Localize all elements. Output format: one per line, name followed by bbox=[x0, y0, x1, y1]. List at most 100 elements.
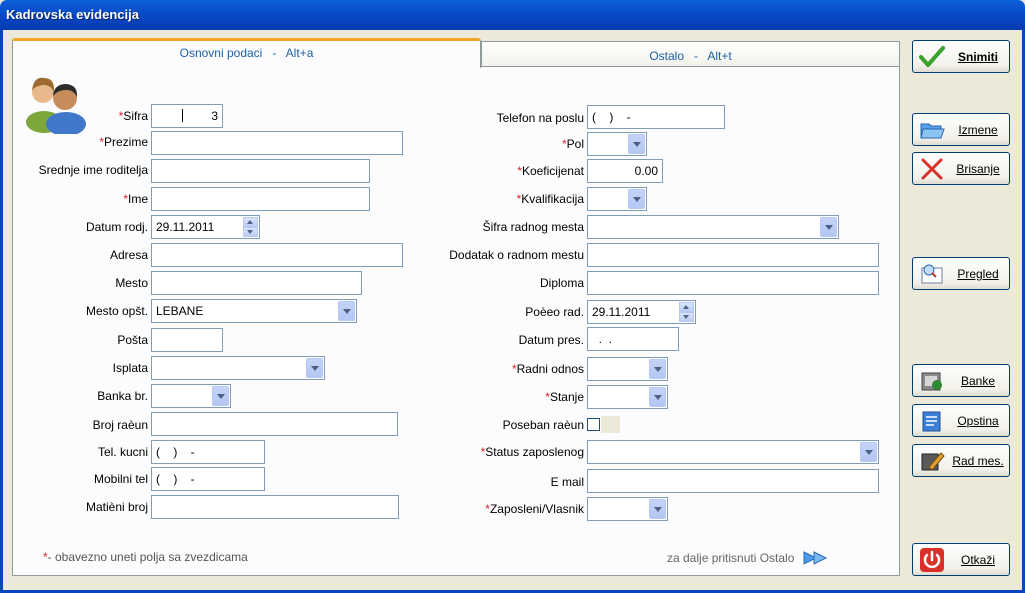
mesto-label: Mesto bbox=[115, 276, 148, 290]
folder-icon bbox=[920, 123, 945, 139]
brisanje-label: Brisanje bbox=[956, 162, 1000, 176]
checkbox-background bbox=[601, 416, 620, 433]
document-list-icon bbox=[922, 411, 941, 432]
sifra-label: *Sifra bbox=[118, 109, 148, 123]
chevron-down-icon[interactable] bbox=[649, 359, 666, 379]
chevron-down-icon[interactable] bbox=[306, 358, 323, 378]
mesto-opst-select[interactable]: LEBANE bbox=[151, 299, 357, 323]
delete-x-icon bbox=[921, 158, 943, 180]
pocetak-label: Poèeo rad. bbox=[525, 305, 584, 319]
pregled-button[interactable]: Pregled bbox=[912, 257, 1010, 290]
tel-kucni-label: Tel. kucni bbox=[97, 445, 148, 459]
mesto-field[interactable] bbox=[151, 271, 362, 295]
opstina-button[interactable]: Opstina bbox=[912, 404, 1010, 437]
users-icon bbox=[26, 77, 86, 134]
banke-label: Banke bbox=[960, 374, 996, 388]
maticni-field[interactable] bbox=[151, 495, 399, 519]
datum-rodj-label: Datum rodj. bbox=[85, 220, 148, 234]
chevron-down-icon[interactable] bbox=[628, 189, 645, 209]
chevron-down-icon[interactable] bbox=[860, 442, 877, 462]
prezime-label: *Prezime bbox=[99, 135, 148, 149]
chevron-down-icon[interactable] bbox=[649, 387, 666, 407]
kvalifikacija-label: *Kvalifikacija bbox=[516, 192, 584, 206]
otkazi-label: Otkaži bbox=[960, 553, 995, 567]
mobilni-field[interactable]: ( ) - bbox=[151, 467, 265, 491]
prezime-field[interactable] bbox=[151, 131, 403, 155]
snimiti-button[interactable]: Snimiti bbox=[912, 40, 1010, 73]
window-title: Kadrovska evidencija bbox=[6, 7, 139, 22]
radni-odnos-select[interactable] bbox=[587, 357, 668, 381]
maticni-label: Matièni broj bbox=[85, 500, 148, 514]
banka-br-select[interactable] bbox=[151, 384, 231, 408]
diploma-field[interactable] bbox=[587, 271, 879, 295]
snimiti-label: Snimiti bbox=[957, 50, 998, 64]
email-field[interactable] bbox=[587, 469, 879, 493]
poseban-label: Poseban raèun bbox=[502, 418, 584, 432]
adresa-label: Adresa bbox=[109, 248, 148, 262]
tab-osnovni-podaci-label: Osnovni podaci - Alt+a bbox=[179, 46, 314, 60]
pregled-label: Pregled bbox=[957, 267, 999, 281]
mobilni-label: Mobilni tel bbox=[93, 472, 148, 486]
zaposleni-select[interactable] bbox=[587, 497, 668, 521]
diploma-label: Diploma bbox=[539, 276, 584, 290]
poseban-checkbox[interactable] bbox=[587, 418, 600, 431]
tab-ostalo-label: Ostalo - Alt+t bbox=[649, 49, 732, 63]
koeficijenat-field[interactable]: 0.00 bbox=[587, 159, 663, 183]
posta-field[interactable] bbox=[151, 328, 223, 352]
dodatak-label: Dodatak o radnom mestu bbox=[449, 248, 584, 262]
srednje-ime-field[interactable] bbox=[151, 159, 370, 183]
status-select[interactable] bbox=[587, 440, 879, 464]
pocetak-spinner[interactable] bbox=[679, 302, 694, 322]
otkazi-button[interactable]: Otkaži bbox=[912, 543, 1010, 576]
isplata-label: Isplata bbox=[112, 361, 148, 375]
dodatak-field[interactable] bbox=[587, 243, 879, 267]
posta-label: Pošta bbox=[117, 333, 148, 347]
tel-kucni-field[interactable]: ( ) - bbox=[151, 440, 265, 464]
datum-pres-field[interactable]: . . bbox=[587, 327, 679, 351]
izmene-button[interactable]: Izmene bbox=[912, 113, 1010, 146]
banka-br-label: Banka br. bbox=[97, 389, 148, 403]
isplata-select[interactable] bbox=[151, 356, 325, 380]
srednje-ime-label: Srednje ime roditelja bbox=[38, 163, 148, 177]
chevron-down-icon[interactable] bbox=[820, 217, 837, 237]
power-icon bbox=[920, 548, 944, 572]
rad-mes-label: Rad mes. bbox=[952, 454, 1004, 468]
rad-mes-button[interactable]: Rad mes. bbox=[912, 444, 1010, 477]
telefon-label: Telefon na poslu bbox=[496, 111, 584, 125]
mesto-opst-label: Mesto opšt. bbox=[85, 304, 148, 318]
broj-racuna-label: Broj raèun bbox=[92, 418, 148, 432]
stanje-select[interactable] bbox=[587, 385, 668, 409]
chevron-down-icon[interactable] bbox=[212, 386, 229, 406]
adresa-field[interactable] bbox=[151, 243, 403, 267]
edit-pencil-icon bbox=[921, 452, 945, 471]
status-label: *Status zaposlenog bbox=[480, 445, 584, 459]
pol-select[interactable] bbox=[587, 132, 647, 156]
brisanje-button[interactable]: Brisanje bbox=[912, 152, 1010, 185]
koeficijenat-label: *Koeficijenat bbox=[517, 164, 584, 178]
double-arrow-right-icon[interactable] bbox=[802, 547, 830, 569]
sifra-mesta-label: Šifra radnog mesta bbox=[482, 220, 584, 234]
chevron-down-icon[interactable] bbox=[649, 499, 666, 519]
kvalifikacija-select[interactable] bbox=[587, 187, 647, 211]
pol-label: *Pol bbox=[561, 137, 584, 151]
izmene-label: Izmene bbox=[958, 123, 998, 137]
ime-field[interactable] bbox=[151, 187, 370, 211]
next-tab-hint: za dalje pritisnuti Ostalo bbox=[667, 551, 795, 565]
tab-osnovni-podaci[interactable]: Osnovni podaci - Alt+a bbox=[12, 38, 481, 68]
banke-button[interactable]: Banke bbox=[912, 364, 1010, 397]
required-footnote: *- obavezno uneti polja sa zvezdicama bbox=[43, 550, 248, 564]
datum-rodj-spinner[interactable] bbox=[243, 217, 258, 237]
sifra-mesta-select[interactable] bbox=[587, 215, 839, 239]
zaposleni-label: *Zaposleni/Vlasnik bbox=[485, 502, 584, 516]
text-caret bbox=[182, 109, 183, 122]
pocetak-field[interactable]: 29.11.2011 bbox=[587, 300, 696, 324]
sifra-field[interactable]: 3 bbox=[151, 104, 223, 128]
datum-rodj-field[interactable]: 29.11.2011 bbox=[151, 215, 260, 239]
datum-pres-label: Datum pres. bbox=[518, 333, 584, 347]
chevron-down-icon[interactable] bbox=[628, 134, 645, 154]
broj-racuna-field[interactable] bbox=[151, 412, 398, 436]
telefon-field[interactable]: ( ) - bbox=[587, 105, 725, 129]
chevron-down-icon[interactable] bbox=[338, 301, 355, 321]
email-label: E mail bbox=[550, 475, 584, 489]
radni-odnos-label: *Radni odnos bbox=[511, 362, 584, 376]
